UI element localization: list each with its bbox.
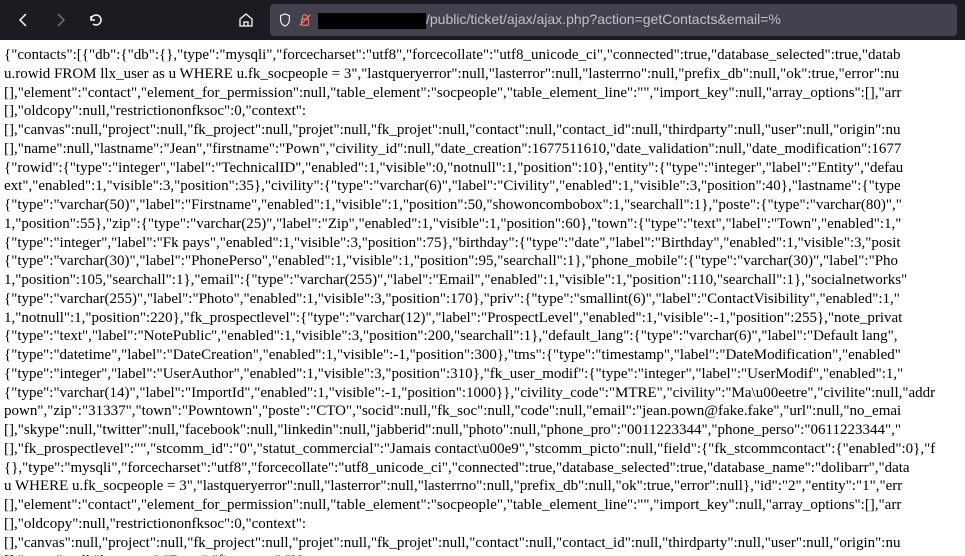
reload-icon bbox=[88, 12, 104, 28]
page-content: {"contacts":[{"db":{"db":{},"type":"mysq… bbox=[0, 40, 965, 556]
browser-toolbar: /public/ticket/ajax/ajax.php?action=getC… bbox=[0, 0, 965, 40]
back-button[interactable] bbox=[8, 4, 40, 36]
url-bar[interactable]: /public/ticket/ajax/ajax.php?action=getC… bbox=[270, 4, 957, 36]
shield-icon[interactable] bbox=[278, 13, 292, 27]
arrow-right-icon bbox=[52, 12, 68, 28]
reload-button[interactable] bbox=[80, 4, 112, 36]
url-display: /public/ticket/ajax/ajax.php?action=getC… bbox=[318, 11, 781, 28]
home-icon bbox=[238, 12, 254, 28]
home-button[interactable] bbox=[230, 4, 262, 36]
arrow-left-icon bbox=[16, 12, 32, 28]
insecure-lock-icon[interactable] bbox=[298, 13, 312, 27]
url-redacted-segment bbox=[318, 13, 426, 29]
response-body: {"contacts":[{"db":{"db":{},"type":"mysq… bbox=[4, 47, 935, 556]
forward-button[interactable] bbox=[44, 4, 76, 36]
url-path: /public/ticket/ajax/ajax.php?action=getC… bbox=[426, 11, 781, 27]
